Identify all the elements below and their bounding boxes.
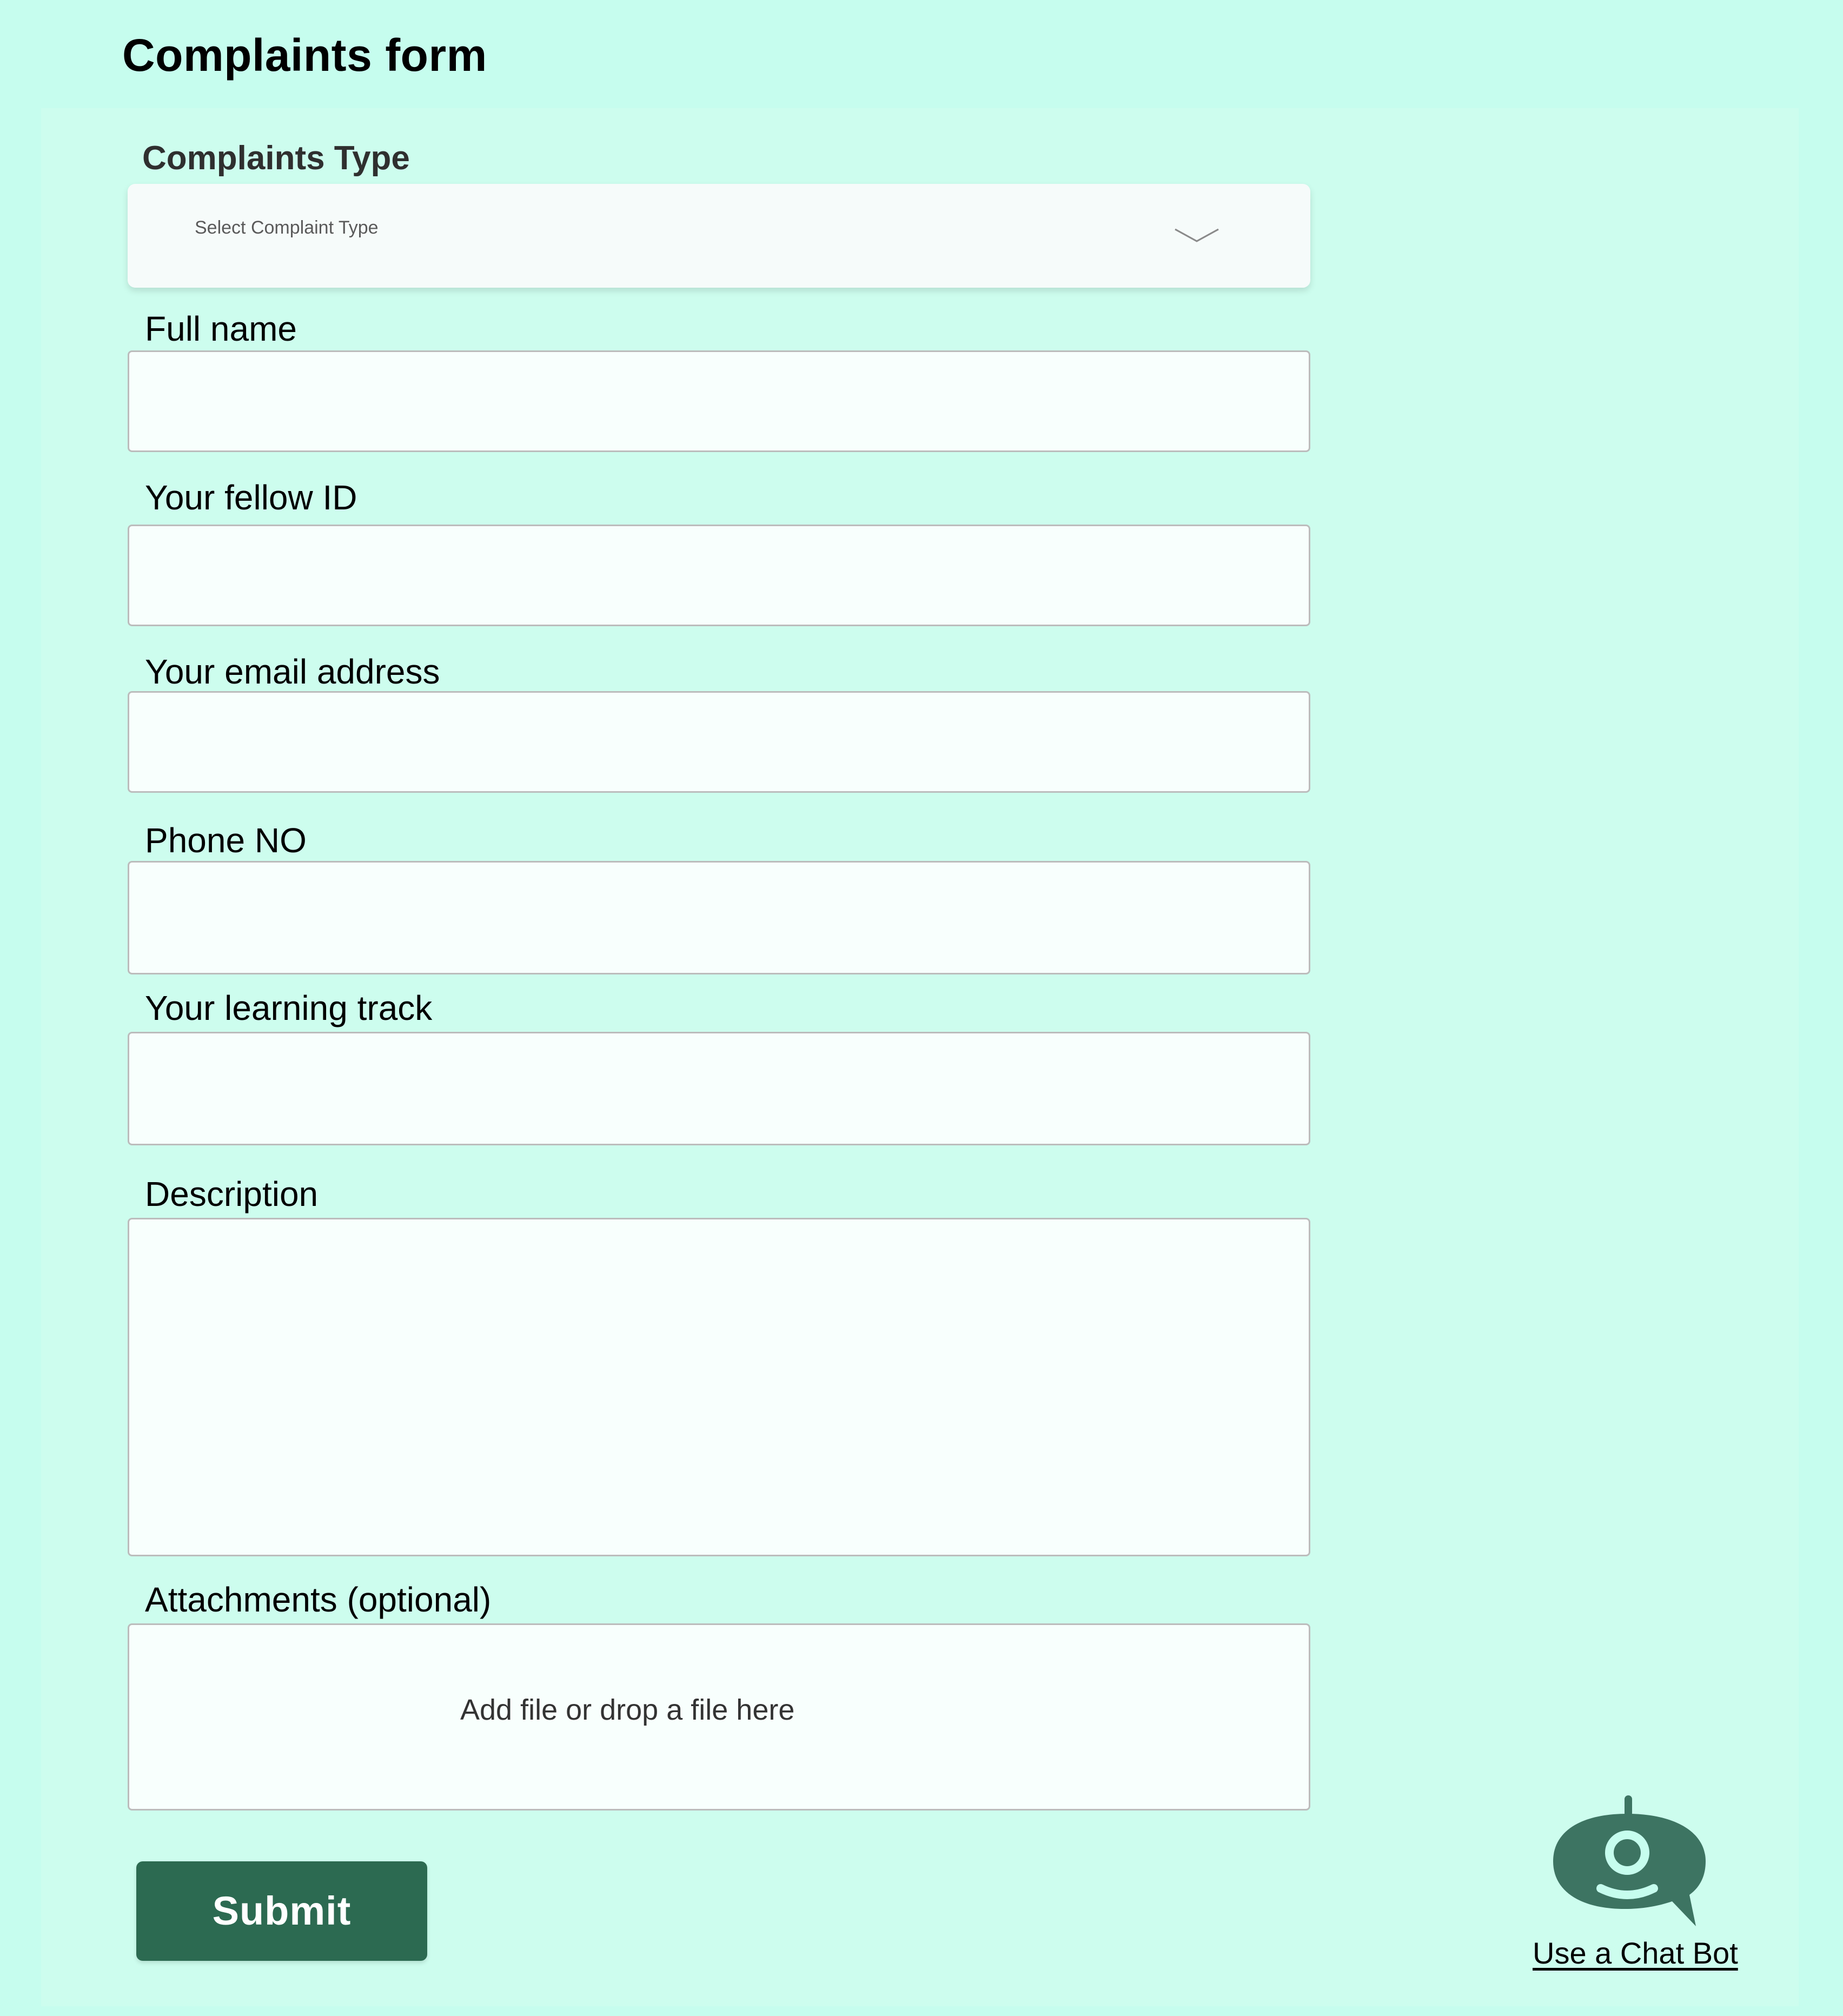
description-textarea[interactable] (128, 1218, 1310, 1556)
complaint-type-placeholder: Select Complaint Type (195, 217, 379, 238)
full-name-input[interactable] (128, 350, 1310, 452)
fellow-id-label: Your fellow ID (145, 478, 357, 517)
fellow-id-input[interactable] (128, 525, 1310, 626)
submit-button[interactable]: Submit (136, 1861, 427, 1961)
email-label: Your email address (145, 652, 440, 691)
description-label: Description (145, 1175, 319, 1213)
learning-track-input[interactable] (128, 1032, 1310, 1145)
attachments-label: Attachments (optional) (145, 1580, 492, 1619)
dropzone-text: Add file or drop a file here (460, 1694, 795, 1726)
complaint-type-label: Complaints Type (142, 140, 410, 177)
phone-label: Phone NO (145, 821, 307, 860)
full-name-label: Full name (145, 309, 297, 348)
learning-track-label: Your learning track (145, 989, 433, 1027)
phone-input[interactable] (128, 861, 1310, 974)
attachments-dropzone[interactable]: Add file or drop a file here (128, 1623, 1310, 1811)
chevron-down-icon (1175, 228, 1219, 242)
chatbot-icon[interactable] (1549, 1793, 1706, 1928)
complaint-type-select[interactable]: Select Complaint Type (128, 184, 1310, 288)
email-input[interactable] (128, 691, 1310, 793)
chatbot-link[interactable]: Use a Chat Bot (1533, 1935, 1738, 1971)
page-title: Complaints form (122, 30, 487, 81)
